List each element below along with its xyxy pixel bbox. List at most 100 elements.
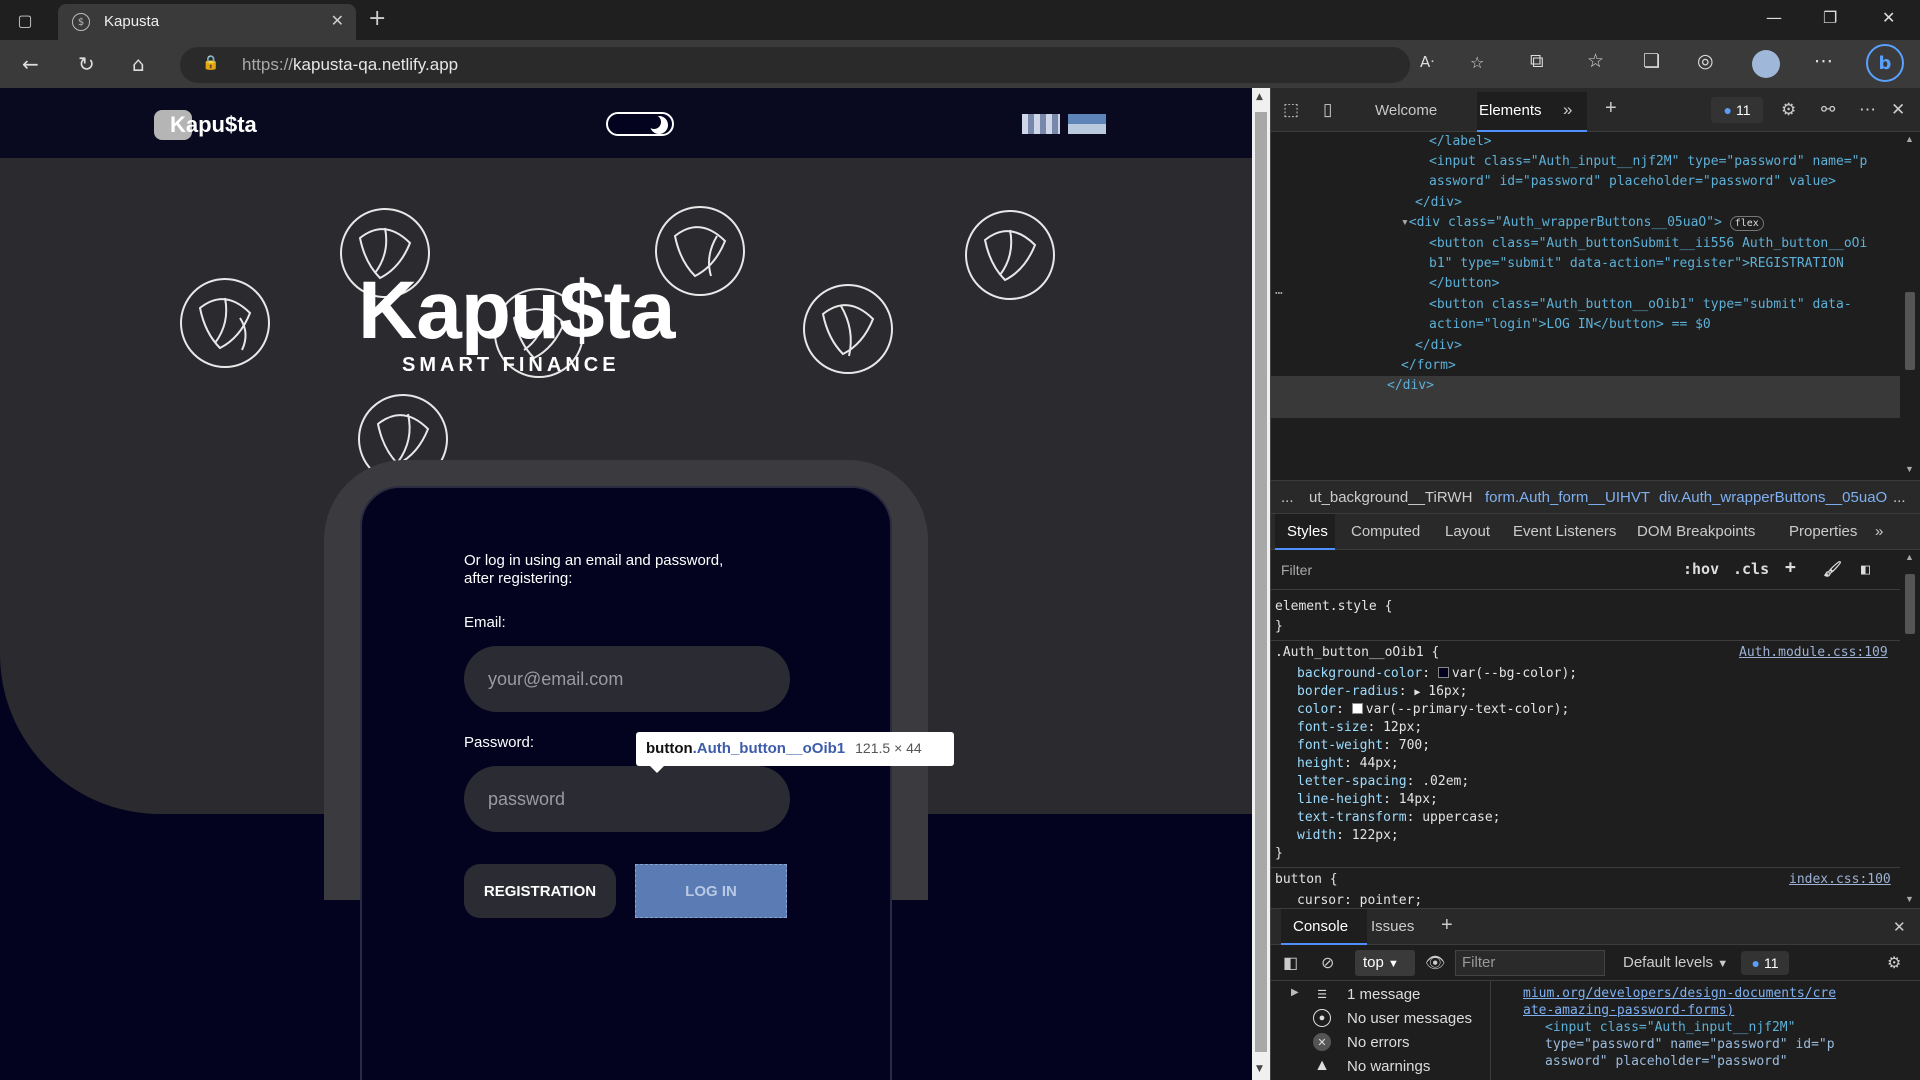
dom-line-selected[interactable]: <button class="Auth_button__oOib1" type=… xyxy=(1429,295,1852,316)
dom-line[interactable]: </button> xyxy=(1429,274,1499,295)
tab-event-listeners[interactable]: Event Listeners xyxy=(1513,523,1616,540)
dom-line[interactable]: ▾<div class="Auth_wrapperButtons__05uaO"… xyxy=(1401,213,1764,234)
dom-scrollbar[interactable]: ▲ ▼ xyxy=(1900,132,1920,480)
rule-selector[interactable]: button { xyxy=(1275,871,1338,889)
address-bar[interactable]: 🔒 https://kapusta-qa.netlify.app Aᐧ ☆ xyxy=(180,47,1484,83)
styles-scrollbar[interactable]: ▲ ▼ xyxy=(1900,550,1920,908)
styles-pane[interactable]: element.style { } .Auth_button__oOib1 { … xyxy=(1271,590,1901,908)
page-scrollbar[interactable]: ▲ ▼ xyxy=(1252,88,1270,1080)
breadcrumb-item[interactable]: div.Auth_wrapperButtons__05uaO xyxy=(1659,489,1887,506)
dom-line[interactable]: </div> xyxy=(1387,376,1434,397)
dom-tree[interactable]: </label> <input class="Auth_input__njf2M… xyxy=(1271,132,1901,480)
ukrainian-flag-icon[interactable] xyxy=(1068,114,1106,134)
breadcrumb-item[interactable]: ... xyxy=(1281,489,1294,506)
declaration[interactable]: font-weight: 700; xyxy=(1297,737,1430,755)
scroll-down-icon[interactable]: ▼ xyxy=(1256,1064,1263,1074)
home-icon[interactable]: ⌂ xyxy=(132,52,145,76)
browser-tab[interactable]: $ Kapusta ✕ xyxy=(58,4,356,40)
breadcrumb-item[interactable]: form.Auth_form__UIHVT xyxy=(1485,489,1650,506)
flex-badge[interactable]: flex xyxy=(1729,216,1764,231)
rule-source-link[interactable]: Auth.module.css:109 xyxy=(1739,644,1888,662)
sidebar-item-warnings[interactable]: ▲ No warnings xyxy=(1271,1055,1481,1079)
declaration[interactable]: line-height: 14px; xyxy=(1297,791,1438,809)
declaration[interactable]: color: var(--primary-text-color); xyxy=(1297,701,1569,719)
clear-console-icon[interactable]: ⊘ xyxy=(1321,953,1334,973)
paint-icon[interactable]: 🖌 xyxy=(1823,560,1842,578)
tab-issues[interactable]: Issues xyxy=(1371,918,1414,935)
login-button[interactable]: LOG IN xyxy=(635,864,787,918)
scrollbar-thumb[interactable] xyxy=(1255,112,1267,1052)
theme-toggle[interactable] xyxy=(606,112,674,136)
console-line[interactable]: assword" placeholder="password" xyxy=(1545,1053,1788,1070)
color-swatch[interactable] xyxy=(1437,667,1449,678)
add-tab-icon[interactable]: + xyxy=(1605,97,1617,120)
sidebar-toggle-icon[interactable]: ◧ xyxy=(1283,953,1298,973)
hover-state-toggle[interactable]: :hov xyxy=(1683,560,1719,578)
live-expression-eye-icon[interactable]: 👁 xyxy=(1425,953,1445,973)
tab-elements[interactable]: Elements xyxy=(1479,102,1542,119)
log-levels-dropdown[interactable]: Default levels ▼ xyxy=(1623,954,1728,971)
browser-essentials-icon[interactable]: ◎ xyxy=(1697,50,1714,72)
sidebar-item-messages[interactable]: ▶ ☰ 1 message xyxy=(1271,983,1481,1007)
tab-styles[interactable]: Styles xyxy=(1287,523,1328,540)
new-rule-icon[interactable]: + xyxy=(1785,557,1796,578)
device-emulation-icon[interactable]: ▯ xyxy=(1323,100,1332,120)
dom-line[interactable]: </div> xyxy=(1415,336,1462,357)
tab-actions-icon[interactable]: ▢ xyxy=(14,9,36,31)
scroll-up-icon[interactable]: ▲ xyxy=(1905,134,1914,144)
reload-icon[interactable]: ↻ xyxy=(78,52,95,76)
new-tab-icon[interactable]: + xyxy=(368,6,386,31)
node-ellipsis-icon[interactable]: ⋯ xyxy=(1275,284,1283,305)
declaration[interactable]: border-radius: ▶ 16px; xyxy=(1297,683,1467,702)
close-tab-icon[interactable]: ✕ xyxy=(331,11,344,30)
dom-line[interactable]: b1" type="submit" data-action="register"… xyxy=(1429,254,1844,275)
scroll-up-icon[interactable]: ▲ xyxy=(1905,552,1914,562)
read-aloud-icon[interactable]: Aᐧ xyxy=(1420,53,1434,71)
registration-button[interactable]: REGISTRATION xyxy=(464,864,616,918)
console-settings-gear-icon[interactable]: ⚙ xyxy=(1887,953,1901,973)
declaration[interactable]: text-transform: uppercase; xyxy=(1297,809,1501,827)
site-logo[interactable]: Kapu$ta xyxy=(150,104,260,142)
dom-line[interactable]: assword" id="password" placeholder="pass… xyxy=(1429,172,1836,193)
more-menu-icon[interactable]: ⋯ xyxy=(1814,50,1833,72)
styles-filter-input[interactable]: Filter xyxy=(1281,562,1312,578)
favorites-icon[interactable]: ☆ xyxy=(1587,50,1604,72)
declaration[interactable]: height: 44px; xyxy=(1297,755,1399,773)
dom-line[interactable]: </div> xyxy=(1415,193,1462,214)
declaration[interactable]: cursor: pointer; xyxy=(1297,892,1422,908)
rule-selector[interactable]: .Auth_button__oOib1 { xyxy=(1275,644,1439,662)
scrollbar-thumb[interactable] xyxy=(1905,574,1915,634)
declaration[interactable]: background-color: var(--bg-color); xyxy=(1297,665,1577,683)
dom-line[interactable]: </label> xyxy=(1429,132,1492,153)
english-flag-icon[interactable] xyxy=(1022,114,1060,134)
declaration[interactable]: width: 122px; xyxy=(1297,827,1399,845)
class-toggle[interactable]: .cls xyxy=(1733,560,1769,578)
close-devtools-icon[interactable]: ✕ xyxy=(1891,100,1905,120)
minimize-icon[interactable]: — xyxy=(1766,8,1782,27)
element-style-rule[interactable]: element.style { xyxy=(1275,598,1392,616)
extensions-icon[interactable]: ⧉ xyxy=(1530,50,1544,72)
tab-console[interactable]: Console xyxy=(1293,918,1348,935)
sidebar-item-errors[interactable]: ✕ No errors xyxy=(1271,1031,1481,1055)
scrollbar-thumb[interactable] xyxy=(1905,292,1915,370)
tab-welcome[interactable]: Welcome xyxy=(1375,102,1437,119)
dom-line[interactable]: </form> xyxy=(1401,356,1456,377)
more-tabs-icon[interactable]: » xyxy=(1563,100,1572,120)
close-drawer-icon[interactable]: ✕ xyxy=(1893,918,1906,936)
restore-icon[interactable]: ❐ xyxy=(1823,8,1837,27)
tab-properties[interactable]: Properties xyxy=(1789,523,1857,540)
console-filter-input[interactable]: Filter xyxy=(1455,950,1605,976)
tab-computed[interactable]: Computed xyxy=(1351,523,1420,540)
declaration[interactable]: font-size: 12px; xyxy=(1297,719,1422,737)
lock-icon[interactable]: 🔒 xyxy=(202,55,219,71)
tab-layout[interactable]: Layout xyxy=(1445,523,1490,540)
breadcrumb-item[interactable]: ... xyxy=(1893,489,1906,506)
console-link[interactable]: mium.org/developers/design-documents/cre xyxy=(1523,985,1836,1002)
collections-icon[interactable]: ❏ xyxy=(1643,50,1660,72)
declaration[interactable]: letter-spacing: .02em; xyxy=(1297,773,1469,791)
settings-gear-icon[interactable]: ⚙ xyxy=(1781,100,1796,120)
close-window-icon[interactable]: ✕ xyxy=(1882,8,1895,27)
password-field[interactable] xyxy=(464,766,790,832)
tab-dom-breakpoints[interactable]: DOM Breakpoints xyxy=(1637,523,1755,540)
color-swatch[interactable] xyxy=(1351,703,1363,714)
